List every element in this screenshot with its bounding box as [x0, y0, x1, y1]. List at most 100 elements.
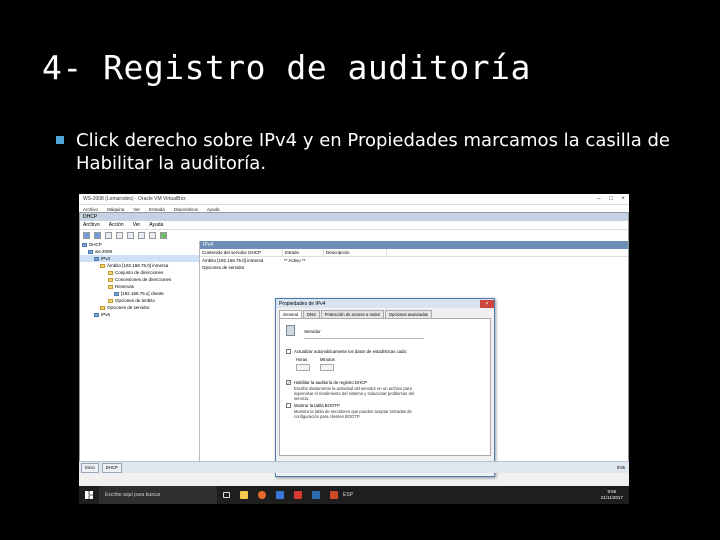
virtualbox-glyph: [312, 491, 320, 499]
firefox-glyph: [258, 491, 266, 499]
tree-item-label: IPv4: [101, 256, 111, 261]
virtualbox-icon[interactable]: [307, 486, 325, 504]
hours-input[interactable]: [296, 364, 310, 371]
bullet-text: Click derecho sobre IPv4 y en Propiedade…: [76, 130, 670, 174]
tree-item-scope-options[interactable]: Opciones de ámbito: [80, 297, 199, 304]
task-view-icon[interactable]: [217, 486, 235, 504]
guest-clock: 9:55: [616, 465, 625, 470]
forward-icon[interactable]: [94, 232, 101, 239]
ipv4-icon: [94, 256, 99, 261]
tree-item-leases[interactable]: Concesiones de direcciones: [80, 276, 199, 283]
row-state: ** Activo **: [284, 258, 306, 263]
tree-item-label: Opciones de ámbito: [115, 298, 156, 303]
tree-item-reservations[interactable]: Reservas: [80, 283, 199, 290]
column-header[interactable]: Contenido del servidor DHCP: [200, 249, 283, 256]
vm-screenshot: WS-2008 (Lomarodes) - Oracle VM VirtualB…: [79, 194, 629, 504]
list-item[interactable]: Ámbito [192.168.75.0] inmersa ** Activo …: [200, 257, 628, 264]
tree-item-scope[interactable]: Ámbito [192.168.75.0] inmersa: [80, 262, 199, 269]
tree-item-ipv4[interactable]: IPv4: [80, 255, 199, 262]
window-controls: – □ ×: [593, 194, 629, 204]
windows-start-button[interactable]: [79, 486, 99, 504]
dialog-title: Propiedades de IPv4: [279, 300, 326, 307]
bullet-marker: [56, 136, 64, 144]
acrobat-glyph: [294, 491, 302, 499]
back-icon[interactable]: [83, 232, 90, 239]
maximize-icon[interactable]: □: [605, 194, 617, 204]
ipv6-icon: [94, 312, 99, 317]
tree-item-label: [192.168.75.x] cliente: [121, 291, 164, 296]
tree-item-server-options[interactable]: Opciones de servidor: [80, 304, 199, 311]
dhcp-icon: [82, 242, 87, 247]
vm-menu-dispositivos[interactable]: Dispositivos: [174, 207, 198, 212]
dhcp-menubar: Archivo Acción Ver Ayuda: [80, 221, 628, 230]
show-tree-icon[interactable]: [116, 232, 123, 239]
bootp-table-label: Mostrar la tabla BOOTP: [294, 403, 340, 408]
tab-dns[interactable]: DNS: [302, 310, 320, 318]
tree-item-dhcp[interactable]: DHCP: [80, 241, 199, 248]
vm-window-title: WS-2008 (Lomarodes) - Oracle VM VirtualB…: [83, 196, 186, 202]
tree-item-server[interactable]: ws-2008: [80, 248, 199, 255]
ipv4-properties-dialog: Propiedades de IPv4 × General DNS Protec…: [275, 298, 495, 477]
tree-item-label: IPv6: [101, 312, 111, 317]
minutes-input[interactable]: [320, 364, 334, 371]
slide-title: 4- Registro de auditoría: [42, 48, 531, 87]
language-indicator[interactable]: ESP: [343, 492, 353, 498]
bootp-table-checkbox[interactable]: [286, 403, 291, 408]
powerpoint-icon[interactable]: [325, 486, 343, 504]
tab-general[interactable]: General: [279, 310, 302, 318]
up-folder-icon[interactable]: [105, 232, 112, 239]
audit-logging-checkbox[interactable]: ✓: [286, 380, 291, 385]
tree-item-label: Reservas: [115, 284, 135, 289]
host-clock[interactable]: 9:55 21/11/2017: [601, 489, 629, 501]
tab-nap[interactable]: Protección de acceso a redes: [320, 310, 384, 318]
folder-icon: [100, 263, 105, 268]
powerpoint-glyph: [330, 491, 338, 499]
row-desc: [322, 264, 384, 271]
export-icon[interactable]: [138, 232, 145, 239]
vm-menu-archivo[interactable]: Archivo: [83, 207, 98, 212]
auto-update-checkbox[interactable]: [286, 349, 291, 354]
close-icon[interactable]: ×: [617, 194, 629, 204]
vm-menu-entrada[interactable]: Entrada: [149, 207, 165, 212]
tab-advanced[interactable]: Opciones avanzadas: [384, 310, 433, 318]
tree-item-label: Opciones de servidor: [107, 305, 150, 310]
server-icon: [286, 325, 295, 336]
dhcp-menu-ayuda[interactable]: Ayuda: [149, 222, 163, 228]
tree-item-label: DHCP: [89, 242, 102, 247]
minimize-icon[interactable]: –: [593, 194, 605, 204]
list-item[interactable]: Opciones de servidor: [200, 264, 628, 271]
bullet-point: Click derecho sobre IPv4 y en Propiedade…: [56, 129, 696, 175]
tree-item-reservation[interactable]: [192.168.75.x] cliente: [80, 290, 199, 297]
column-header[interactable]: Descripción: [324, 249, 387, 256]
guest-task-dhcp[interactable]: DHCP: [101, 462, 122, 473]
vm-menu-ayuda[interactable]: Ayuda: [207, 207, 220, 212]
vm-menu-ver[interactable]: Ver: [133, 207, 140, 212]
dialog-tabs: General DNS Protección de acceso a redes…: [276, 308, 494, 318]
acrobat-icon[interactable]: [289, 486, 307, 504]
guest-start-button[interactable]: Inicio: [81, 462, 99, 473]
dhcp-menu-archivo[interactable]: Archivo: [83, 222, 100, 228]
properties-icon[interactable]: [160, 232, 167, 239]
dhcp-menu-ver[interactable]: Ver: [133, 222, 141, 228]
firefox-icon[interactable]: [253, 486, 271, 504]
tree-item-ipv6[interactable]: IPv6: [80, 311, 199, 318]
store-icon[interactable]: [271, 486, 289, 504]
column-header[interactable]: Estado: [283, 249, 324, 256]
divider: [304, 338, 424, 339]
audit-logging-label: Habilitar la auditoría de registro DHCP: [294, 380, 368, 385]
explorer-icon[interactable]: [235, 486, 253, 504]
tree-item-label: ws-2008: [95, 249, 113, 254]
vm-menu-maquina[interactable]: Máquina: [107, 207, 124, 212]
task-view-glyph: [222, 492, 230, 498]
taskbar-search[interactable]: Escribe aquí para buscar: [99, 486, 217, 504]
help-icon[interactable]: [149, 232, 156, 239]
tree-item-address-pool[interactable]: Conjunto de direcciones: [80, 269, 199, 276]
row-state: [282, 264, 322, 271]
minutes-label: Minutos: [320, 357, 335, 362]
refresh-icon[interactable]: [127, 232, 134, 239]
close-icon[interactable]: ×: [480, 299, 494, 308]
dhcp-titlebar: DHCP: [80, 213, 628, 221]
folder-icon: [108, 270, 113, 275]
folder-icon: [100, 305, 105, 310]
dhcp-menu-accion[interactable]: Acción: [109, 222, 124, 228]
